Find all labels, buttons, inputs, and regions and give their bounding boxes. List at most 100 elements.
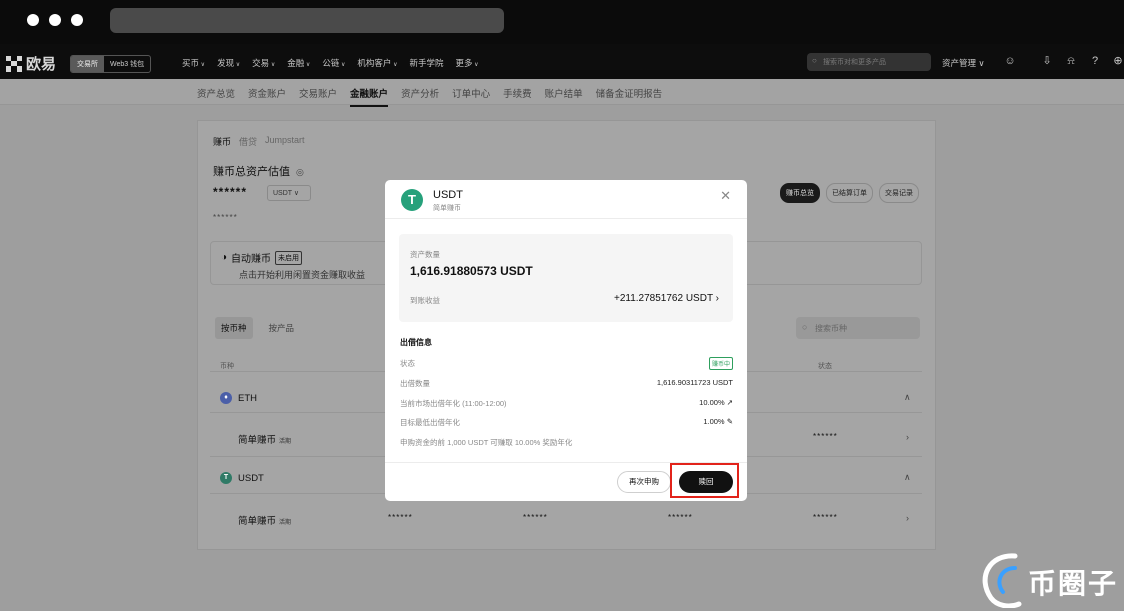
tab-earn[interactable]: 赚币 bbox=[213, 135, 231, 148]
top-navigation: 欧易 交易所 Web3 钱包 买币 发现 交易 金融 公链 机构客户 新手学院 … bbox=[0, 44, 1124, 79]
auto-earn-icon: ◑ bbox=[221, 252, 228, 263]
column-header-coin: 币种 bbox=[220, 363, 234, 370]
web3-wallet-toggle[interactable]: Web3 钱包 bbox=[104, 56, 150, 72]
asset-detail-modal: T USDT 简单赚币 ✕ 资产数量 1,616.91880573 USDT 到… bbox=[385, 180, 747, 501]
subnav-fees[interactable]: 手续费 bbox=[503, 86, 532, 107]
menu-finance[interactable]: 金融 bbox=[287, 57, 310, 69]
auto-earn-title: ◑ 自动赚币 未启用 bbox=[221, 250, 303, 265]
brand-name: 欧易 bbox=[26, 56, 57, 73]
auto-earn-label: 自动赚币 bbox=[231, 254, 272, 265]
tab-loan[interactable]: 借贷 bbox=[239, 135, 257, 148]
help-icon[interactable]: ? bbox=[1088, 54, 1102, 68]
chevron-right-icon: › bbox=[715, 293, 719, 304]
menu-more[interactable]: 更多 bbox=[455, 57, 478, 69]
modal-title: USDT bbox=[433, 189, 463, 201]
collapse-chevron-icon[interactable]: ∧ bbox=[904, 392, 911, 403]
product-name: 简单赚币 bbox=[238, 516, 277, 527]
earnings-label: 到账收益 bbox=[410, 296, 440, 305]
globe-icon[interactable]: ⊕ bbox=[1111, 54, 1124, 68]
subnav-orders[interactable]: 订单中心 bbox=[452, 86, 490, 107]
earnings-value: +211.27851762 USDT bbox=[614, 293, 713, 304]
eth-coin-icon: ♦ bbox=[220, 392, 232, 404]
product-tag: 活期 bbox=[279, 439, 292, 445]
coin-name: ETH bbox=[238, 392, 257, 404]
settled-orders-button[interactable]: 已结算订单 bbox=[826, 183, 873, 203]
total-estimate-label: 赚币总资产估值 bbox=[213, 166, 290, 178]
subnav-trading[interactable]: 交易账户 bbox=[299, 86, 337, 107]
min-rate-row: 目标最低出借年化 1.00% ✎ bbox=[400, 417, 733, 428]
earnings-link[interactable]: +211.27851762 USDT › bbox=[614, 293, 719, 304]
by-product-tab[interactable]: 按产品 bbox=[263, 317, 301, 339]
menu-institutional[interactable]: 机构客户 bbox=[357, 57, 397, 69]
menu-discover[interactable]: 发现 bbox=[217, 57, 240, 69]
menu-trade[interactable]: 交易 bbox=[252, 57, 275, 69]
subnav-funding[interactable]: 资金账户 bbox=[248, 86, 286, 107]
coin-row-eth[interactable]: ♦ ETH bbox=[220, 392, 257, 404]
coin-search-input[interactable]: 搜索币种 bbox=[796, 317, 920, 339]
window-minimize-dot[interactable] bbox=[49, 14, 61, 26]
masked-value: ****** bbox=[523, 513, 548, 522]
lending-info-heading: 出借信息 bbox=[400, 338, 432, 347]
asset-amount-label: 资产数量 bbox=[410, 250, 440, 259]
lend-amount-value: 1,616.90311723 USDT bbox=[656, 378, 733, 387]
auto-earn-description: 点击开始利用闲置资金赚取收益 bbox=[239, 270, 366, 280]
collapse-chevron-icon[interactable]: ∧ bbox=[904, 472, 911, 483]
subnav-overview[interactable]: 资产总览 bbox=[197, 86, 235, 107]
status-badge: 赚币中 bbox=[708, 357, 733, 370]
reward-note: 申购资金的前 1,000 USDT 可赚取 10.00% 奖励年化 bbox=[400, 438, 573, 447]
coin-name: USDT bbox=[238, 472, 264, 484]
chevron-right-icon[interactable]: › bbox=[906, 513, 909, 523]
product-row-usdt[interactable]: 简单赚币 活期 bbox=[238, 513, 291, 527]
download-icon[interactable]: ⇩ bbox=[1040, 54, 1054, 68]
account-subnav: 资产总览 资金账户 交易账户 金融账户 资产分析 订单中心 手续费 账户结单 储… bbox=[0, 79, 1124, 107]
subnav-analysis[interactable]: 资产分析 bbox=[401, 86, 439, 107]
eye-hidden-icon[interactable]: ◎ bbox=[296, 167, 304, 178]
edit-icon[interactable]: ✎ bbox=[727, 417, 733, 426]
asset-management-menu[interactable]: 资产管理 ∨ bbox=[942, 57, 985, 69]
product-row-eth[interactable]: 简单赚币 活期 bbox=[238, 432, 291, 446]
by-coin-tab[interactable]: 按币种 bbox=[215, 317, 253, 339]
subnav-statements[interactable]: 账户结单 bbox=[545, 86, 583, 107]
min-rate-value: 1.00% ✎ bbox=[703, 417, 733, 426]
exchange-wallet-toggle: 交易所 Web3 钱包 bbox=[70, 55, 152, 73]
min-rate-number: 1.00% bbox=[703, 417, 725, 426]
status-row: 状态 赚币中 bbox=[400, 357, 733, 370]
menu-buy[interactable]: 买币 bbox=[182, 57, 205, 69]
status-label: 状态 bbox=[400, 359, 415, 368]
coin-row-usdt[interactable]: T USDT bbox=[220, 472, 264, 484]
masked-secondary-value: ****** bbox=[213, 213, 238, 222]
earn-tabs: 赚币 借贷 Jumpstart bbox=[213, 135, 305, 148]
menu-academy[interactable]: 新手学院 bbox=[409, 57, 443, 69]
bell-icon[interactable]: ⍾ bbox=[1064, 54, 1078, 68]
global-search-input[interactable]: 搜索币对和更多产品 bbox=[807, 53, 931, 71]
currency-unit-select[interactable]: USDT ∨ bbox=[267, 185, 311, 201]
window-close-dot[interactable] bbox=[27, 14, 39, 26]
user-icon[interactable]: ☺ bbox=[1003, 54, 1017, 68]
trend-chart-icon[interactable]: ↗ bbox=[727, 398, 733, 407]
view-toggle: 按币种 按产品 bbox=[215, 317, 300, 339]
subnav-proof-of-reserves[interactable]: 储备金证明报告 bbox=[596, 86, 663, 107]
market-rate-label: 当前市场出借年化 (11:00-12:00) bbox=[400, 399, 507, 408]
earn-action-pills: 赚币总览 已结算订单 交易记录 bbox=[780, 183, 919, 203]
lend-amount-label: 出借数量 bbox=[400, 379, 430, 388]
close-icon[interactable]: ✕ bbox=[720, 188, 731, 204]
window-maximize-dot[interactable] bbox=[71, 14, 83, 26]
currency-unit-value: USDT bbox=[273, 190, 292, 197]
market-rate-number: 10.00% bbox=[699, 398, 725, 407]
masked-total-value: ****** bbox=[213, 185, 248, 199]
browser-titlebar bbox=[0, 0, 1124, 44]
transaction-history-button[interactable]: 交易记录 bbox=[879, 183, 919, 203]
exchange-toggle[interactable]: 交易所 bbox=[71, 56, 104, 72]
earn-overview-button[interactable]: 赚币总览 bbox=[780, 183, 820, 203]
menu-chain[interactable]: 公链 bbox=[322, 57, 345, 69]
total-estimate-title: 赚币总资产估值 ◎ bbox=[213, 163, 304, 179]
chevron-right-icon[interactable]: › bbox=[906, 432, 909, 442]
address-bar[interactable] bbox=[110, 8, 504, 33]
redeem-highlight-box bbox=[670, 463, 739, 498]
tab-jumpstart[interactable]: Jumpstart bbox=[265, 135, 305, 148]
subnav-finance[interactable]: 金融账户 bbox=[350, 86, 389, 107]
product-tag: 活期 bbox=[279, 520, 292, 526]
auto-earn-status-badge: 未启用 bbox=[275, 250, 303, 265]
subscribe-again-button[interactable]: 再次申购 bbox=[617, 471, 671, 493]
brand-logo[interactable]: 欧易 bbox=[6, 53, 56, 74]
